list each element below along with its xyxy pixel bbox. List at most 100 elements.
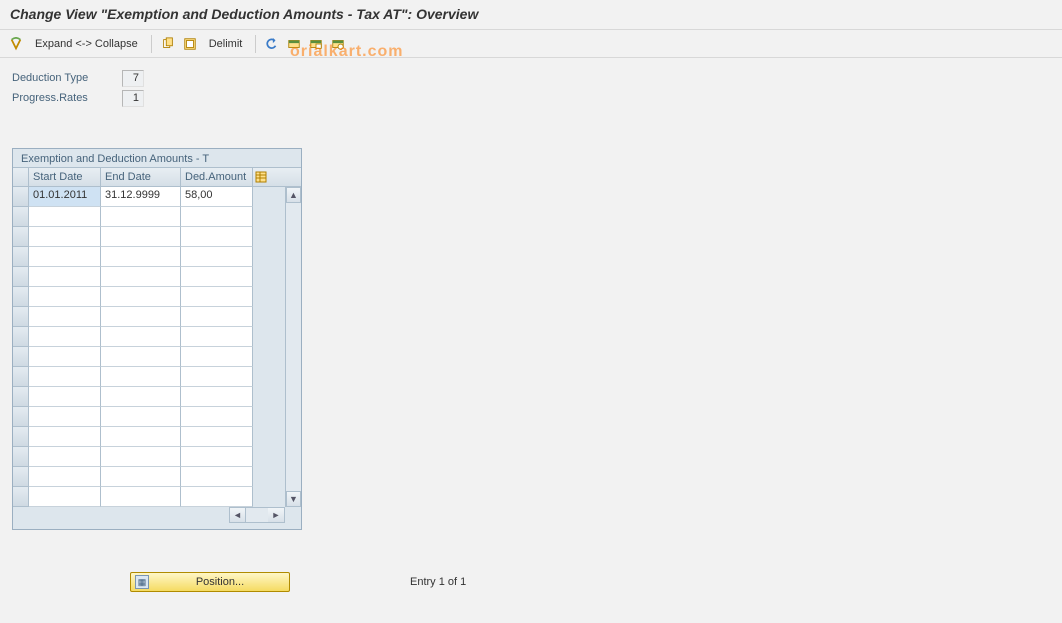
column-header-start-date[interactable]: Start Date (29, 168, 101, 186)
row-selector[interactable] (13, 367, 29, 387)
table-row (13, 447, 285, 467)
scroll-down-icon[interactable]: ▼ (286, 491, 301, 507)
entry-counter: Entry 1 of 1 (410, 576, 466, 588)
cell-start-date[interactable] (29, 247, 101, 267)
cell-end-date[interactable] (101, 287, 181, 307)
cell-end-date[interactable] (101, 227, 181, 247)
row-selector[interactable] (13, 207, 29, 227)
scroll-up-icon[interactable]: ▲ (286, 187, 301, 203)
cell-start-date[interactable] (29, 427, 101, 447)
cell-ded-amount[interactable] (181, 367, 253, 387)
vertical-scrollbar[interactable]: ▲ ▼ (285, 187, 301, 507)
toolbar-separator (255, 35, 256, 53)
application-toolbar: Expand <-> Collapse Delimit (0, 30, 1062, 58)
row-selector[interactable] (13, 267, 29, 287)
row-selector[interactable] (13, 487, 29, 507)
cell-ded-amount[interactable] (181, 387, 253, 407)
row-selector[interactable] (13, 407, 29, 427)
row-selector[interactable] (13, 447, 29, 467)
table-config-icon[interactable] (253, 168, 269, 186)
copy-icon[interactable] (158, 34, 178, 54)
undo-icon[interactable] (262, 34, 282, 54)
cell-start-date[interactable] (29, 227, 101, 247)
cell-start-date[interactable] (29, 347, 101, 367)
cell-end-date[interactable] (101, 467, 181, 487)
footer: ▦ Position... Entry 1 of 1 (130, 572, 466, 592)
cell-end-date[interactable] (101, 407, 181, 427)
cell-start-date[interactable] (29, 467, 101, 487)
row-selector[interactable] (13, 287, 29, 307)
cell-end-date[interactable] (101, 427, 181, 447)
cell-start-date[interactable] (29, 327, 101, 347)
toggle-icon[interactable] (6, 34, 26, 54)
cell-start-date[interactable] (29, 367, 101, 387)
table-view-icon[interactable] (328, 34, 348, 54)
hscroll-track[interactable] (246, 508, 268, 522)
cell-end-date[interactable] (101, 387, 181, 407)
row-selector-header[interactable] (13, 168, 29, 186)
table-settings-icon[interactable] (306, 34, 326, 54)
table-row (13, 427, 285, 447)
cell-start-date[interactable] (29, 307, 101, 327)
cell-start-date[interactable] (29, 447, 101, 467)
cell-start-date[interactable] (29, 407, 101, 427)
cell-start-date[interactable] (29, 387, 101, 407)
table-title: Exemption and Deduction Amounts - T (13, 149, 301, 167)
column-header-ded-amount[interactable]: Ded.Amount (181, 168, 253, 186)
cell-start-date[interactable] (29, 267, 101, 287)
progress-rates-label: Progress.Rates (12, 92, 122, 104)
cell-end-date[interactable]: 31.12.9999 (101, 187, 181, 207)
row-selector[interactable] (13, 327, 29, 347)
cell-ded-amount[interactable] (181, 347, 253, 367)
cell-ded-amount[interactable] (181, 467, 253, 487)
cell-start-date[interactable] (29, 487, 101, 507)
cell-ded-amount[interactable] (181, 427, 253, 447)
cell-start-date[interactable] (29, 207, 101, 227)
cell-ded-amount[interactable] (181, 487, 253, 507)
row-selector[interactable] (13, 427, 29, 447)
cell-ded-amount[interactable] (181, 327, 253, 347)
cell-ded-amount[interactable] (181, 407, 253, 427)
table-body: 01.01.201131.12.999958,00 (13, 187, 285, 507)
cell-ded-amount[interactable] (181, 247, 253, 267)
table-row (13, 347, 285, 367)
cell-start-date[interactable]: 01.01.2011 (29, 187, 101, 207)
cell-end-date[interactable] (101, 347, 181, 367)
save-row-icon[interactable] (284, 34, 304, 54)
cell-ded-amount[interactable] (181, 287, 253, 307)
row-selector[interactable] (13, 387, 29, 407)
cell-ded-amount[interactable]: 58,00 (181, 187, 253, 207)
cell-end-date[interactable] (101, 207, 181, 227)
row-selector[interactable] (13, 227, 29, 247)
row-selector[interactable] (13, 467, 29, 487)
cell-end-date[interactable] (101, 327, 181, 347)
cell-ded-amount[interactable] (181, 447, 253, 467)
position-button[interactable]: ▦ Position... (130, 572, 290, 592)
select-all-icon[interactable] (180, 34, 200, 54)
row-selector[interactable] (13, 347, 29, 367)
table-row (13, 467, 285, 487)
deduction-type-field[interactable]: 7 (122, 70, 144, 87)
column-header-end-date[interactable]: End Date (101, 168, 181, 186)
scroll-track[interactable] (286, 203, 301, 491)
scroll-right-icon[interactable]: ► (268, 508, 284, 522)
row-selector[interactable] (13, 307, 29, 327)
row-selector[interactable] (13, 187, 29, 207)
cell-end-date[interactable] (101, 247, 181, 267)
cell-start-date[interactable] (29, 287, 101, 307)
horizontal-scrollbar[interactable]: ◄ ► (13, 507, 301, 523)
cell-end-date[interactable] (101, 447, 181, 467)
progress-rates-field[interactable]: 1 (122, 90, 144, 107)
cell-ded-amount[interactable] (181, 307, 253, 327)
cell-ded-amount[interactable] (181, 227, 253, 247)
cell-end-date[interactable] (101, 487, 181, 507)
expand-collapse-button[interactable]: Expand <-> Collapse (28, 34, 145, 54)
cell-end-date[interactable] (101, 267, 181, 287)
row-selector[interactable] (13, 247, 29, 267)
cell-end-date[interactable] (101, 307, 181, 327)
cell-end-date[interactable] (101, 367, 181, 387)
cell-ded-amount[interactable] (181, 267, 253, 287)
delimit-button[interactable]: Delimit (202, 34, 250, 54)
scroll-left-icon[interactable]: ◄ (230, 508, 246, 522)
cell-ded-amount[interactable] (181, 207, 253, 227)
